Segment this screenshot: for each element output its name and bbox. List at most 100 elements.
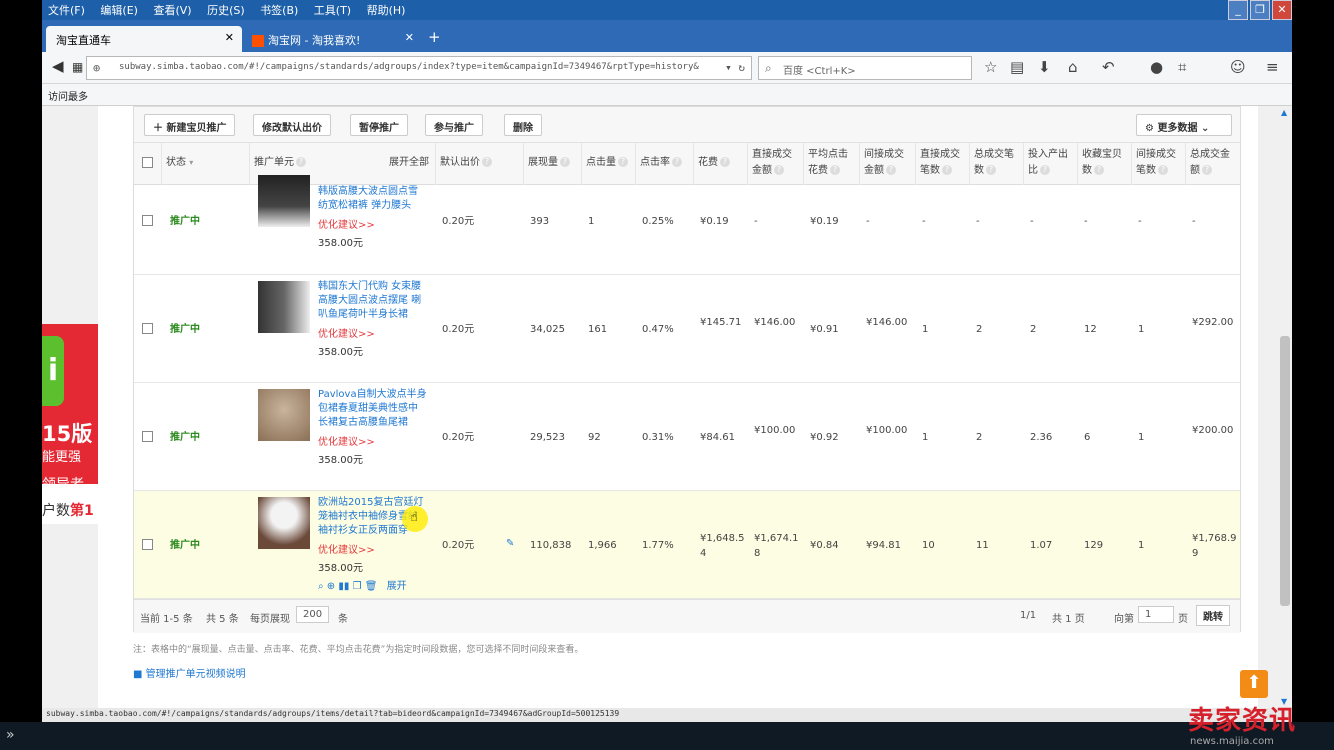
undo-icon[interactable]: ↶: [1102, 58, 1115, 76]
close-tab-icon[interactable]: ✕: [225, 31, 234, 44]
chevron-right-icon[interactable]: »: [6, 727, 15, 743]
back-to-top-button[interactable]: ⬆: [1240, 670, 1268, 698]
optimize-suggestion-link[interactable]: 优化建议>>: [318, 218, 375, 233]
row-checkbox[interactable]: [142, 431, 153, 442]
clicks: 92: [588, 432, 601, 443]
product-thumbnail[interactable]: [258, 175, 310, 227]
bookmark-most-visited[interactable]: 访问最多: [48, 88, 88, 103]
header-direct-gmv[interactable]: 直接成交 金额?: [748, 143, 804, 185]
product-title[interactable]: 韩版高腰大波点圆点雪 纺宽松裙裤 弹力腰头: [318, 185, 418, 213]
reload-icon[interactable]: ▾ ↻: [725, 61, 745, 74]
scroll-up-icon[interactable]: ▲: [1281, 108, 1287, 117]
page-info-icon[interactable]: ▦: [72, 60, 83, 74]
row-checkbox[interactable]: [142, 215, 153, 226]
expand-link[interactable]: 展开: [387, 581, 407, 592]
header-indirect-gmv[interactable]: 间接成交 金额?: [860, 143, 916, 185]
header-clicks[interactable]: 点击量?: [582, 143, 636, 185]
header-indirect-orders[interactable]: 间接成交 笔数?: [1132, 143, 1186, 185]
copy-icon[interactable]: ❐: [353, 581, 362, 592]
report-icon[interactable]: ▮▮: [338, 581, 349, 592]
maximize-button[interactable]: ❐: [1250, 0, 1270, 20]
header-status[interactable]: 状态 ▾: [162, 143, 250, 185]
close-window-button[interactable]: ✕: [1272, 0, 1292, 20]
edit-default-bid-button[interactable]: 修改默认出价: [253, 114, 331, 136]
default-bid[interactable]: 0.20元: [442, 322, 474, 337]
indirect-gmv: ¥100.00: [866, 425, 908, 436]
menu-history[interactable]: 历史(S): [201, 0, 251, 20]
crop-icon[interactable]: ⌗: [1178, 58, 1186, 76]
menu-view[interactable]: 查看(V): [147, 0, 197, 20]
pencil-edit-icon[interactable]: ✎: [506, 536, 514, 551]
join-promotion-button[interactable]: 参与推广: [425, 114, 483, 136]
minimize-button[interactable]: _: [1228, 0, 1248, 20]
menu-file[interactable]: 文件(F): [42, 0, 91, 20]
close-tab-icon[interactable]: ✕: [405, 31, 414, 44]
jump-button[interactable]: 跳转: [1196, 605, 1230, 626]
product-title[interactable]: Pavlova自制大波点半身 包裙春夏甜美典性感中 长裙复古高腰鱼尾裙: [318, 388, 427, 430]
reading-list-icon[interactable]: ▤: [1010, 58, 1024, 76]
header-roi[interactable]: 投入产出比?: [1024, 143, 1078, 185]
roi: 1.07: [1030, 540, 1053, 551]
menu-bookmarks[interactable]: 书签(B): [254, 0, 304, 20]
avg-cpc: ¥0.19: [810, 216, 839, 227]
pause-promotion-button[interactable]: 暂停推广: [350, 114, 408, 136]
bookmark-star-icon[interactable]: ☆: [984, 58, 997, 76]
header-cost[interactable]: 花费?: [694, 143, 748, 185]
header-favorites[interactable]: 收藏宝贝数?: [1078, 143, 1132, 185]
header-avg-cpc[interactable]: 平均点击 花费?: [804, 143, 860, 185]
tab-taobao[interactable]: 淘宝网 - 淘我喜欢! ✕: [242, 26, 422, 52]
search-input[interactable]: ⌕ 百度 <Ctrl+K>: [758, 56, 972, 80]
goto-label: 向第: [1114, 614, 1134, 625]
header-total-orders[interactable]: 总成交笔数?: [970, 143, 1024, 185]
status-bar: subway.simba.taobao.com/#!/campaigns/sta…: [42, 708, 1292, 722]
ctr: 0.31%: [642, 432, 674, 443]
left-ad-banner[interactable]: i 15版 能更强 领导者 户数第1: [42, 324, 98, 524]
default-bid[interactable]: 0.20元: [442, 214, 474, 229]
menu-edit[interactable]: 编辑(E): [94, 0, 144, 20]
menu-tools[interactable]: 工具(T): [308, 0, 357, 20]
tab-simba[interactable]: 淘宝直通车 ✕: [46, 26, 242, 52]
menu-help[interactable]: 帮助(H): [361, 0, 412, 20]
watermark-sub: news.maijia.com: [1190, 736, 1274, 747]
header-impressions[interactable]: 展现量?: [524, 143, 582, 185]
delete-button[interactable]: 删除: [504, 114, 542, 136]
row-checkbox[interactable]: [142, 539, 153, 550]
total-pages: 共 1 页: [1052, 614, 1085, 625]
default-bid[interactable]: 0.20元: [442, 430, 474, 445]
help-icon: ?: [886, 165, 896, 175]
optimize-suggestion-link[interactable]: 优化建议>>: [318, 543, 375, 558]
url-bar[interactable]: ⊕ subway.simba.taobao.com/#!/campaigns/s…: [86, 56, 752, 80]
default-bid[interactable]: 0.20元: [442, 538, 474, 553]
back-arrow-icon[interactable]: ◀: [52, 57, 64, 75]
new-promotion-button[interactable]: ＋ 新建宝贝推广: [144, 114, 236, 136]
row-checkbox[interactable]: [142, 323, 153, 334]
product-thumbnail[interactable]: [258, 497, 310, 549]
goto-page-input[interactable]: 1: [1138, 606, 1174, 623]
product-price: 358.00元: [318, 455, 363, 466]
new-tab-icon[interactable]: +: [428, 28, 441, 46]
header-ctr[interactable]: 点击率?: [636, 143, 694, 185]
header-total-gmv[interactable]: 总成交金额?: [1186, 143, 1240, 185]
home-icon[interactable]: ⌂: [1068, 58, 1078, 76]
per-page-select[interactable]: 200: [296, 606, 330, 623]
video-help-link[interactable]: ■ 管理推广单元视频说明: [133, 665, 246, 680]
optimize-suggestion-link[interactable]: 优化建议>>: [318, 327, 375, 342]
trash-icon[interactable]: 🗑: [365, 581, 378, 592]
more-data-button[interactable]: ⚙ 更多数据 ⌄: [1136, 114, 1232, 136]
header-default-bid: 默认出价?: [436, 143, 524, 185]
chat-icon[interactable]: ●: [1150, 58, 1163, 76]
product-thumbnail[interactable]: [258, 281, 310, 333]
search-icon[interactable]: ⌕: [318, 581, 324, 592]
download-icon[interactable]: ⬇: [1038, 58, 1051, 76]
globe-icon[interactable]: ⊕: [327, 581, 335, 592]
header-direct-orders[interactable]: 直接成交 笔数?: [916, 143, 970, 185]
product-thumbnail[interactable]: [258, 389, 310, 441]
menu-icon[interactable]: ≡: [1266, 58, 1279, 76]
page-scrollbar[interactable]: ▲ ▼: [1278, 106, 1292, 708]
expand-all-link[interactable]: 展开全部: [389, 155, 429, 171]
optimize-suggestion-link[interactable]: 优化建议>>: [318, 435, 375, 450]
scrollbar-thumb[interactable]: [1280, 336, 1290, 606]
product-title[interactable]: 韩国东大门代购 女束腰 高腰大圆点波点摆尾 喇叭鱼尾荷叶半身长裙: [318, 280, 421, 322]
select-all-checkbox[interactable]: [142, 157, 153, 168]
addon-icon[interactable]: ☺: [1230, 58, 1246, 76]
